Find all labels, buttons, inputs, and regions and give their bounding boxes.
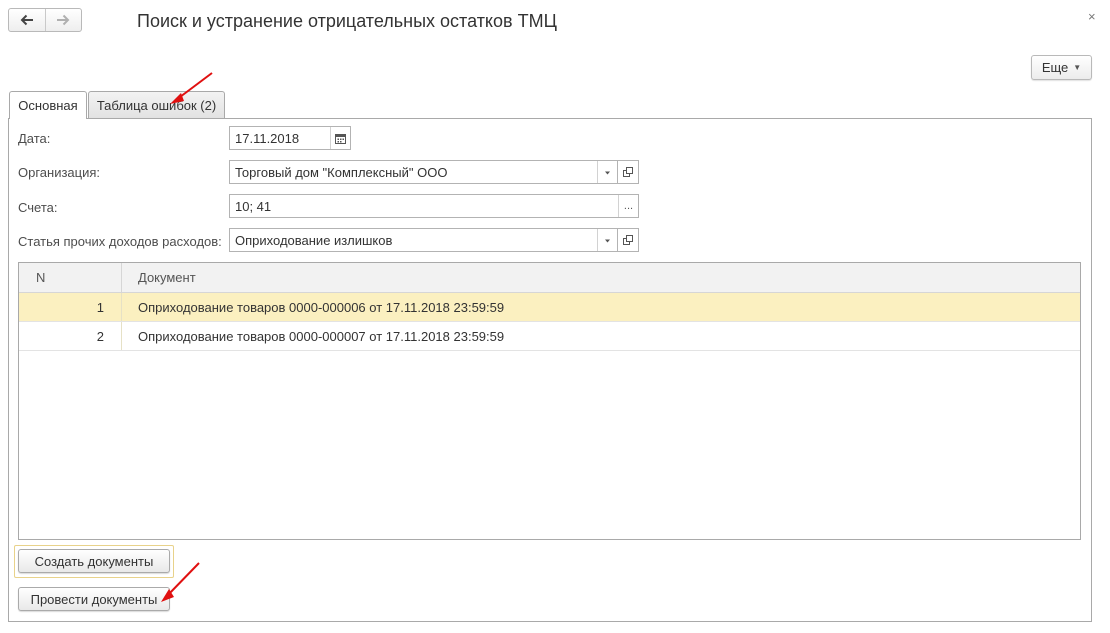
tab-main-label: Основная bbox=[18, 98, 78, 113]
annotation-arrow-post-button bbox=[161, 562, 200, 602]
tab-main[interactable]: Основная bbox=[9, 91, 87, 119]
annotation-arrows bbox=[161, 72, 213, 602]
annotation-arrow-tab bbox=[170, 72, 213, 104]
